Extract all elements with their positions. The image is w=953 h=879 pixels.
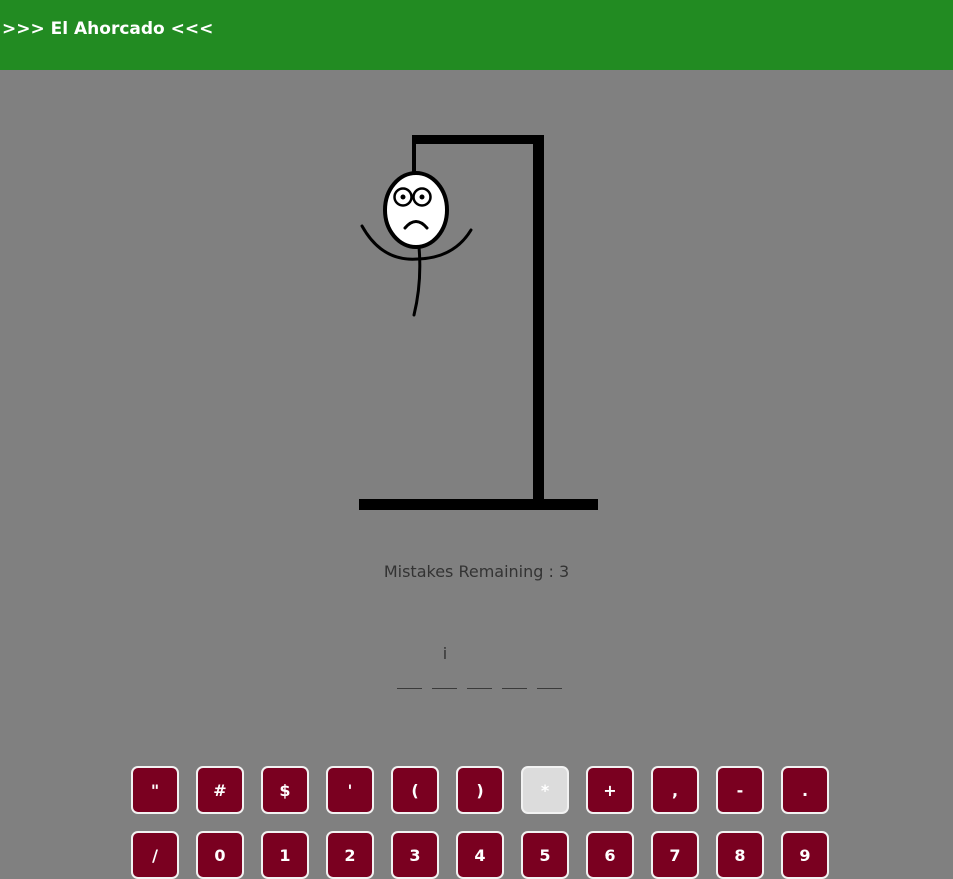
gallows-drawing xyxy=(359,135,598,510)
hangman-head xyxy=(383,171,449,249)
mistakes-count: 3 xyxy=(558,562,570,581)
key-button[interactable]: . xyxy=(781,766,829,814)
key-button[interactable]: , xyxy=(651,766,699,814)
word-slot xyxy=(397,640,422,689)
key-button[interactable]: 2 xyxy=(326,831,374,879)
key-button[interactable]: ' xyxy=(326,766,374,814)
mistakes-label: Mistakes Remaining : xyxy=(383,562,559,581)
key-button[interactable]: 8 xyxy=(716,831,764,879)
key-button[interactable]: 6 xyxy=(586,831,634,879)
key-button[interactable]: ) xyxy=(456,766,504,814)
gallows-beam xyxy=(412,135,544,144)
key-button[interactable]: 9 xyxy=(781,831,829,879)
word-slots: i xyxy=(397,640,562,692)
key-button[interactable]: * xyxy=(521,766,569,814)
key-button[interactable]: / xyxy=(131,831,179,879)
gallows-rope xyxy=(412,140,416,175)
key-button[interactable]: $ xyxy=(261,766,309,814)
key-button[interactable]: 4 xyxy=(456,831,504,879)
key-button[interactable]: 3 xyxy=(391,831,439,879)
gallows-base xyxy=(359,499,598,510)
key-button[interactable]: + xyxy=(586,766,634,814)
key-button[interactable]: 7 xyxy=(651,831,699,879)
key-button[interactable]: 5 xyxy=(521,831,569,879)
gallows-post xyxy=(533,135,544,502)
key-button[interactable]: ( xyxy=(391,766,439,814)
key-button[interactable]: # xyxy=(196,766,244,814)
revealed-letter: i xyxy=(442,644,448,663)
word-slot xyxy=(467,640,492,689)
word-slot xyxy=(502,640,527,689)
word-slot xyxy=(537,640,562,689)
key-button[interactable]: - xyxy=(716,766,764,814)
hangman-figure xyxy=(360,171,473,317)
key-button[interactable]: 0 xyxy=(196,831,244,879)
key-button[interactable]: " xyxy=(131,766,179,814)
mistakes-remaining-text: Mistakes Remaining : 3 xyxy=(0,562,953,581)
hangman-body xyxy=(412,245,422,317)
key-button[interactable]: 1 xyxy=(261,831,309,879)
